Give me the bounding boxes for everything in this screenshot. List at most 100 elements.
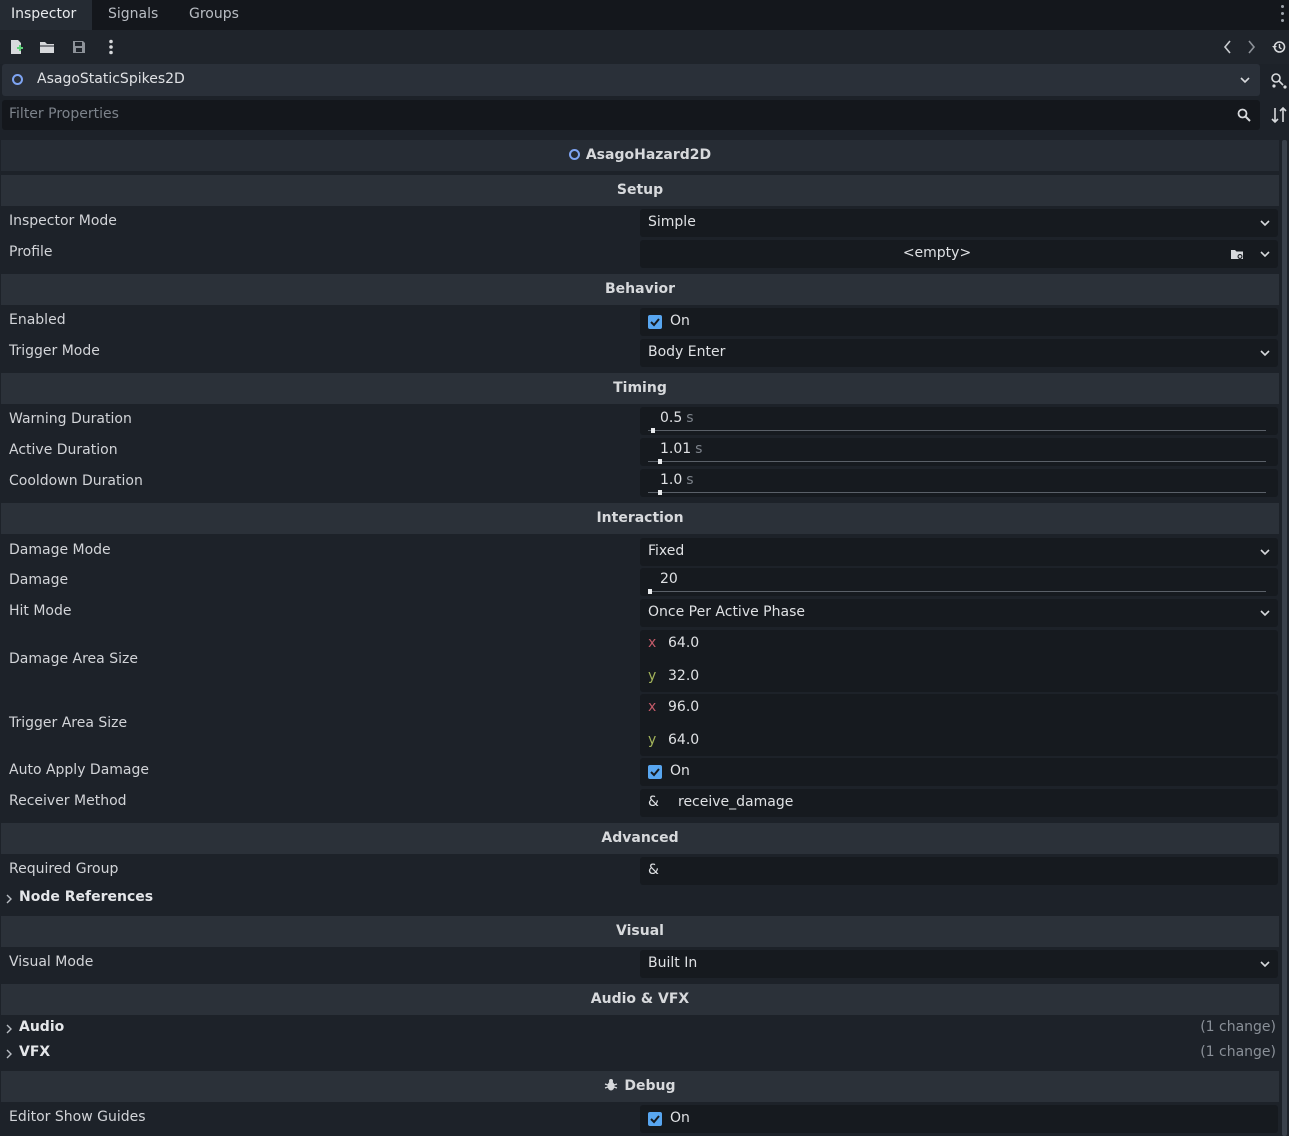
y-value[interactable]: 32.0	[668, 668, 699, 684]
y-axis-label: y	[648, 668, 657, 684]
prop-auto-apply-damage: Auto Apply Damage On	[0, 758, 1280, 786]
resource-value: <empty>	[902, 245, 972, 261]
prop-label: Damage	[9, 572, 69, 588]
filter-properties-input[interactable]: Filter Properties	[2, 100, 1260, 130]
new-resource-icon[interactable]	[8, 39, 24, 55]
section-label: Debug	[624, 1078, 676, 1094]
history-forward-icon[interactable]	[1243, 39, 1259, 55]
hit-mode-dropdown[interactable]: Once Per Active Phase	[640, 599, 1278, 627]
input-value: receive_damage	[678, 794, 794, 810]
prop-cooldown-duration: Cooldown Duration 1.0 s	[0, 469, 1280, 497]
section-advanced[interactable]: Advanced	[1, 823, 1279, 854]
visual-mode-dropdown[interactable]: Built In	[640, 950, 1278, 978]
section-setup[interactable]: Setup	[1, 175, 1279, 206]
prop-label: Warning Duration	[9, 411, 132, 427]
value-text: 0.5	[660, 410, 683, 426]
open-folder-icon[interactable]	[39, 39, 55, 55]
profile-resource-picker[interactable]: <empty>	[640, 240, 1278, 268]
scrollbar[interactable]	[1282, 140, 1287, 1136]
prop-label: Profile	[9, 244, 53, 260]
y-value[interactable]: 64.0	[668, 732, 699, 748]
dock-menu-icon[interactable]	[1280, 5, 1286, 25]
sort-options-icon[interactable]	[1271, 106, 1287, 124]
prop-receiver-method: Receiver Method & receive_damage	[0, 789, 1280, 817]
warning-duration-slider[interactable]: 0.5 s	[640, 407, 1278, 435]
prop-required-group: Required Group &	[0, 857, 1280, 885]
checkbox-label: On	[670, 763, 690, 779]
prop-profile: Profile <empty>	[0, 240, 1280, 268]
auto-apply-damage-checkbox[interactable]: On	[640, 758, 1278, 786]
unit-text: s	[695, 441, 703, 457]
slider-value: 20	[660, 571, 678, 587]
prop-label: Trigger Area Size	[9, 715, 128, 731]
inspector-mode-dropdown[interactable]: Simple	[640, 209, 1278, 237]
prop-trigger-area-size: Trigger Area Size x 96.0 y 64.0	[0, 694, 1280, 756]
dropdown-value: Built In	[648, 955, 698, 971]
prop-label: Hit Mode	[9, 603, 72, 619]
trigger-area-size-vector[interactable]: x 96.0 y 64.0	[640, 694, 1278, 756]
node-circle-icon	[568, 149, 580, 160]
dropdown-value: Once Per Active Phase	[648, 604, 805, 620]
required-group-input[interactable]: &	[640, 857, 1278, 885]
x-axis-label: x	[648, 635, 657, 651]
slider-value: 1.01 s	[660, 441, 702, 457]
history-back-icon[interactable]	[1220, 39, 1236, 55]
group-label: Node References	[19, 889, 154, 905]
section-debug[interactable]: Debug	[1, 1071, 1279, 1102]
stringname-prefix: &	[648, 794, 659, 810]
section-timing[interactable]: Timing	[1, 373, 1279, 404]
group-label: VFX	[19, 1044, 51, 1060]
section-audio-vfx[interactable]: Audio & VFX	[1, 984, 1279, 1015]
object-selector[interactable]: AsagoStaticSpikes2D	[2, 64, 1260, 96]
load-folder-icon[interactable]	[1230, 247, 1244, 261]
prop-label: Visual Mode	[9, 954, 94, 970]
group-vfx[interactable]: VFX (1 change)	[0, 1042, 1280, 1066]
slider-knob[interactable]	[648, 589, 652, 594]
cooldown-duration-slider[interactable]: 1.0 s	[640, 469, 1278, 497]
trigger-mode-dropdown[interactable]: Body Enter	[640, 339, 1278, 367]
prop-label: Active Duration	[9, 442, 118, 458]
damage-mode-dropdown[interactable]: Fixed	[640, 538, 1278, 566]
bug-icon	[605, 1079, 618, 1091]
y-axis-label: y	[648, 732, 657, 748]
slider-track	[648, 461, 1266, 462]
checkbox-checked-icon	[648, 315, 662, 329]
slider-knob[interactable]	[658, 490, 662, 495]
slider-knob[interactable]	[658, 459, 662, 464]
active-duration-slider[interactable]: 1.01 s	[640, 438, 1278, 466]
tab-signals[interactable]: Signals	[108, 0, 158, 30]
enabled-checkbox[interactable]: On	[640, 308, 1278, 336]
chevron-down-icon	[1260, 549, 1270, 556]
damage-slider[interactable]: 20	[640, 568, 1278, 596]
slider-value: 0.5 s	[660, 410, 694, 426]
unit-text: s	[686, 410, 694, 426]
save-icon[interactable]	[71, 39, 87, 55]
group-audio[interactable]: Audio (1 change)	[0, 1017, 1280, 1041]
receiver-method-input[interactable]: & receive_damage	[640, 789, 1278, 817]
group-node-references[interactable]: Node References	[0, 887, 1280, 911]
x-value[interactable]: 96.0	[668, 699, 699, 715]
prop-label: Editor Show Guides	[9, 1109, 146, 1125]
chevron-down-icon	[1260, 220, 1270, 227]
section-visual[interactable]: Visual	[1, 916, 1279, 947]
chevron-down-icon[interactable]	[1260, 249, 1270, 259]
section-interaction[interactable]: Interaction	[1, 503, 1279, 534]
prop-active-duration: Active Duration 1.01 s	[0, 438, 1280, 466]
section-behavior[interactable]: Behavior	[1, 274, 1279, 305]
prop-label: Auto Apply Damage	[9, 762, 150, 778]
prop-enabled: Enabled On	[0, 308, 1280, 336]
prop-label: Damage Area Size	[9, 651, 138, 667]
more-icon[interactable]	[103, 39, 119, 55]
x-axis-label: x	[648, 699, 657, 715]
editor-show-guides-checkbox[interactable]: On	[640, 1105, 1278, 1133]
x-value[interactable]: 64.0	[668, 635, 699, 651]
checkbox-checked-icon	[648, 765, 662, 779]
tab-groups[interactable]: Groups	[189, 0, 239, 30]
tab-inspector[interactable]: Inspector	[0, 0, 92, 30]
history-icon[interactable]	[1271, 39, 1287, 55]
damage-area-size-vector[interactable]: x 64.0 y 32.0	[640, 630, 1278, 692]
slider-track	[648, 591, 1266, 592]
slider-knob[interactable]	[651, 428, 655, 433]
change-count: (1 change)	[1200, 1019, 1276, 1035]
object-tree-icon[interactable]	[1270, 72, 1288, 90]
